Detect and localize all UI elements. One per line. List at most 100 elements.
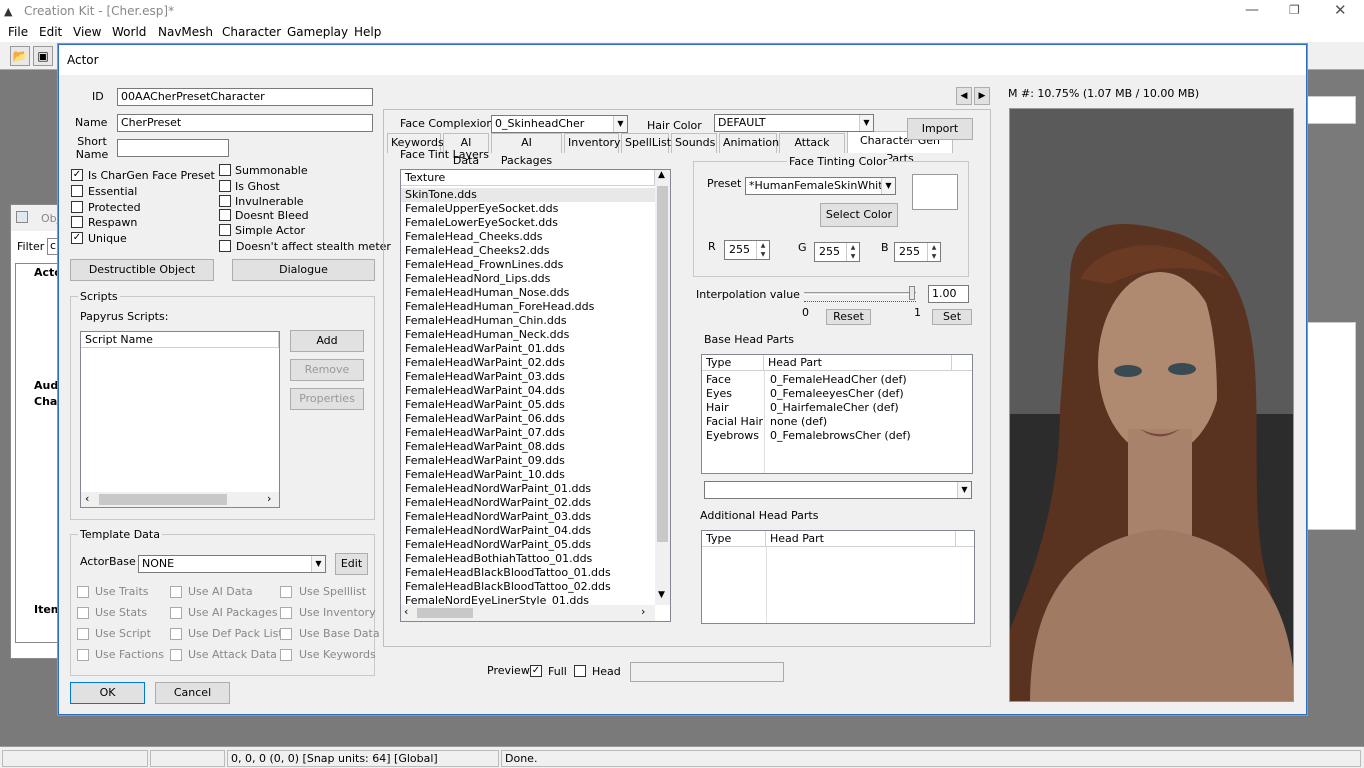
- edit-template-button[interactable]: Edit: [335, 553, 368, 575]
- tint-layer-row[interactable]: FemaleHeadWarPaint_03.dds: [405, 370, 565, 384]
- preview-head-checkbox[interactable]: [574, 665, 586, 677]
- scroll-left-icon[interactable]: ‹: [404, 605, 408, 618]
- is-ghost-checkbox[interactable]: [219, 180, 231, 192]
- destructible-object-button[interactable]: Destructible Object: [70, 259, 214, 281]
- color-swatch[interactable]: [912, 174, 958, 210]
- menu-view[interactable]: View: [73, 25, 101, 39]
- summonable-checkbox[interactable]: [219, 164, 231, 176]
- add-script-button[interactable]: Add: [290, 330, 364, 352]
- tint-layer-row[interactable]: FemaleHeadWarPaint_01.dds: [405, 342, 565, 356]
- use-spelllist-checkbox[interactable]: [280, 586, 292, 598]
- tint-layer-row[interactable]: FemaleHeadWarPaint_08.dds: [405, 440, 565, 454]
- head-part-value[interactable]: 0_HairfemaleCher (def): [770, 401, 899, 415]
- menu-navmesh[interactable]: NavMesh: [158, 25, 213, 39]
- type-column[interactable]: Type: [702, 355, 764, 371]
- head-part-type[interactable]: Face: [706, 373, 731, 387]
- object-tree[interactable]: Acto Audi Cha Item: [15, 263, 62, 643]
- scroll-down-icon[interactable]: ▼: [658, 590, 665, 600]
- use-attack-data-checkbox[interactable]: [170, 649, 182, 661]
- tab-scroll-left-icon[interactable]: ◀: [956, 87, 972, 105]
- tint-layer-row[interactable]: FemaleHeadBlackBloodTattoo_02.dds: [405, 580, 611, 594]
- r-spinner[interactable]: 255 ▲ ▼: [724, 240, 770, 260]
- use-ai-packages-checkbox[interactable]: [170, 607, 182, 619]
- tint-list-hscroll[interactable]: ‹ ›: [401, 605, 655, 621]
- close-icon[interactable]: ✕: [1334, 1, 1347, 19]
- slider-thumb[interactable]: [909, 286, 915, 300]
- use-base-data-checkbox[interactable]: [280, 628, 292, 640]
- type-column[interactable]: Type: [702, 531, 766, 547]
- tint-layer-row[interactable]: SkinTone.dds: [401, 188, 655, 202]
- head-part-type[interactable]: Facial Hair: [706, 415, 763, 429]
- head-part-value[interactable]: 0_FemaleeyesCher (def): [770, 387, 904, 401]
- scroll-left-icon[interactable]: ‹: [85, 492, 89, 505]
- use-stats-checkbox[interactable]: [77, 607, 89, 619]
- cancel-button[interactable]: Cancel: [155, 682, 230, 704]
- head-part-column[interactable]: Head Part: [766, 531, 956, 547]
- use-keywords-checkbox[interactable]: [280, 649, 292, 661]
- tint-layer-row[interactable]: FemaleHeadWarPaint_09.dds: [405, 454, 565, 468]
- id-field[interactable]: 00AACherPresetCharacter: [117, 88, 373, 106]
- spin-arrows-icon[interactable]: ▲ ▼: [756, 241, 769, 259]
- doesnt-bleed-checkbox[interactable]: [219, 209, 231, 221]
- head-part-column[interactable]: Head Part: [764, 355, 952, 371]
- tint-layer-row[interactable]: FemaleHead_Cheeks2.dds: [405, 244, 550, 258]
- script-list[interactable]: Script Name ‹ ›: [80, 331, 280, 508]
- import-button[interactable]: Import: [907, 118, 973, 140]
- tint-layer-row[interactable]: FemaleHead_Cheeks.dds: [405, 230, 543, 244]
- face-complexion-select[interactable]: 0_SkinheadCher ▼: [491, 115, 628, 133]
- reset-button[interactable]: Reset: [826, 309, 871, 325]
- head-part-value[interactable]: none (def): [770, 415, 827, 429]
- tint-layer-row[interactable]: FemaleHeadNordWarPaint_01.dds: [405, 482, 591, 496]
- tint-layer-row[interactable]: FemaleHeadNord_Lips.dds: [405, 272, 550, 286]
- texture-column[interactable]: Texture: [401, 170, 655, 186]
- base-head-parts-list[interactable]: Type Head Part Face 0_FemaleHeadCher (def…: [701, 354, 973, 474]
- minimize-icon[interactable]: —: [1245, 2, 1259, 18]
- tint-layer-row[interactable]: FemaleLowerEyeSocket.dds: [405, 216, 558, 230]
- spin-arrows-icon[interactable]: ▲ ▼: [846, 243, 859, 261]
- tree-item-character[interactable]: Cha: [34, 395, 57, 408]
- head-part-select[interactable]: ▼: [704, 481, 972, 499]
- script-list-hscroll[interactable]: ‹ ›: [81, 492, 279, 507]
- menu-gameplay[interactable]: Gameplay: [287, 25, 348, 39]
- unique-checkbox[interactable]: ✓: [71, 232, 83, 244]
- set-button[interactable]: Set: [932, 309, 972, 325]
- hscroll-thumb[interactable]: [417, 608, 473, 618]
- head-part-type[interactable]: Eyes: [706, 387, 732, 401]
- stealth-meter-checkbox[interactable]: [219, 240, 231, 252]
- remove-script-button[interactable]: Remove: [290, 359, 364, 381]
- scroll-up-icon[interactable]: ▲: [658, 170, 665, 180]
- tint-layer-row[interactable]: FemaleHeadHuman_ForeHead.dds: [405, 300, 594, 314]
- scroll-right-icon[interactable]: ›: [641, 605, 645, 618]
- open-folder-icon[interactable]: 📂: [10, 46, 30, 66]
- select-color-button[interactable]: Select Color: [820, 203, 898, 227]
- tab-scroll-right-icon[interactable]: ▶: [974, 87, 990, 105]
- use-def-pack-list-checkbox[interactable]: [170, 628, 182, 640]
- tint-layer-row[interactable]: FemaleHeadWarPaint_04.dds: [405, 384, 565, 398]
- ok-button[interactable]: OK: [70, 682, 145, 704]
- menu-character[interactable]: Character: [222, 25, 281, 39]
- hair-color-select[interactable]: DEFAULT ▼: [714, 114, 874, 132]
- head-part-type[interactable]: Eyebrows: [706, 429, 759, 443]
- head-part-value[interactable]: 0_FemaleHeadCher (def): [770, 373, 907, 387]
- use-traits-checkbox[interactable]: [77, 586, 89, 598]
- tint-list-vscroll[interactable]: ▲ ▼: [655, 170, 670, 605]
- simple-actor-checkbox[interactable]: [219, 224, 231, 236]
- essential-checkbox[interactable]: [71, 185, 83, 197]
- tint-layer-row[interactable]: FemaleHeadWarPaint_10.dds: [405, 468, 565, 482]
- menu-help[interactable]: Help: [354, 25, 381, 39]
- use-factions-checkbox[interactable]: [77, 649, 89, 661]
- preview-full-checkbox[interactable]: ✓: [530, 665, 542, 677]
- tint-layer-row[interactable]: FemaleHeadBothiahTattoo_01.dds: [405, 552, 592, 566]
- chargen-preset-checkbox[interactable]: ✓: [71, 169, 83, 181]
- use-inventory-checkbox[interactable]: [280, 607, 292, 619]
- save-icon[interactable]: ▣: [33, 46, 53, 66]
- tint-layer-row[interactable]: FemaleHeadBlackBloodTattoo_01.dds: [405, 566, 611, 580]
- tint-layer-row[interactable]: FemaleUpperEyeSocket.dds: [405, 202, 558, 216]
- use-ai-data-checkbox[interactable]: [170, 586, 182, 598]
- script-name-column[interactable]: Script Name: [81, 332, 279, 348]
- name-field[interactable]: CherPreset: [117, 114, 373, 132]
- tint-layer-row[interactable]: FemaleHeadHuman_Neck.dds: [405, 328, 569, 342]
- additional-head-parts-list[interactable]: Type Head Part: [701, 530, 975, 624]
- scroll-right-icon[interactable]: ›: [267, 492, 271, 505]
- actorbase-select[interactable]: NONE ▼: [138, 555, 326, 573]
